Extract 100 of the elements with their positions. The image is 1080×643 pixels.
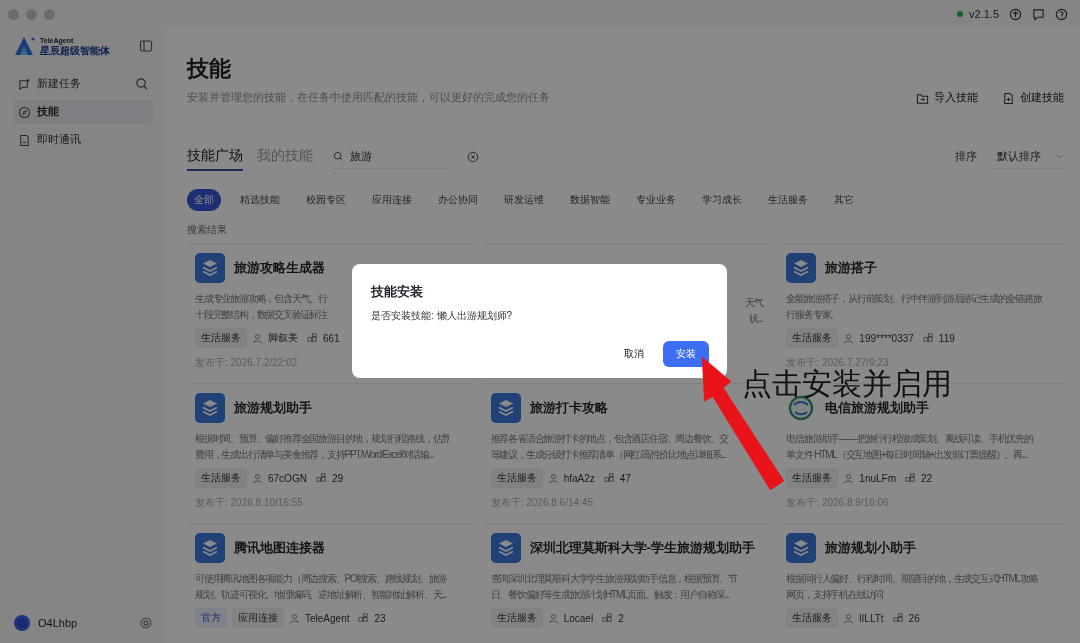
chevron-down-icon: [1055, 152, 1064, 161]
author-name: 67cOGN: [268, 472, 307, 484]
new-chat-icon: [18, 77, 31, 91]
install-count: 29: [331, 472, 344, 484]
layers-icon: [195, 533, 225, 563]
card-description: 根据时间、预算、偏好推荐全国旅游目的地，规划行程路线，估算 费用，生成出行清单与美食推荐，支持PPT/Word/Excel/对话输...: [195, 432, 451, 462]
layers-icon: [490, 393, 521, 423]
card-title: 旅游打卡攻略: [529, 399, 608, 417]
sidebar-toggle-icon[interactable]: [139, 39, 153, 53]
logo-icon: [14, 36, 36, 56]
card-title: 深圳北理莫斯科大学-学生旅游规划助手: [529, 539, 755, 557]
new-file-icon: [1002, 91, 1015, 105]
user-avatar[interactable]: [14, 615, 30, 631]
author-name: Locael: [563, 612, 594, 624]
author-name: hfaA2z: [563, 472, 595, 484]
sort-label: 排序: [955, 150, 977, 164]
user-icon: [843, 472, 855, 484]
user-icon: [252, 332, 263, 344]
install-count: 23: [374, 612, 386, 624]
user-icon: [547, 612, 559, 624]
sort-dropdown[interactable]: 默认排序: [991, 145, 1064, 169]
user-icon: [252, 472, 263, 484]
skill-card[interactable]: 旅游规划小助手 根据同行人偏好、行程时间、期望目的地，生成交互式HTML攻略 网页，支持手机在线访问 生活服务 lILLTt 26: [778, 523, 1064, 643]
status-icon: [957, 11, 964, 17]
install-button[interactable]: 安装: [663, 341, 709, 367]
author-name: TeleAgent: [305, 612, 350, 624]
blocks-icon: [602, 612, 614, 624]
import-skill-button[interactable]: 导入技能: [916, 91, 978, 105]
create-skill-button[interactable]: 创建技能: [1002, 91, 1064, 105]
card-title: 腾讯地图连接器: [234, 539, 325, 557]
category-chip[interactable]: 应用连接: [365, 189, 419, 211]
category-chip[interactable]: 全部: [187, 189, 221, 211]
category-chip[interactable]: 精选技能: [233, 189, 287, 211]
layers-icon: [195, 393, 225, 423]
category-chip[interactable]: 生活服务: [761, 189, 815, 211]
card-title: 旅游规划小助手: [825, 539, 917, 557]
card-description: 根据同行人偏好、行程时间、期望目的地，生成交互式HTML攻略 网页，支持手机在线访问: [786, 572, 1038, 602]
search-field[interactable]: 旅游: [333, 145, 453, 169]
card-title: 电信旅游规划助手: [825, 399, 930, 417]
tab[interactable]: 技能广场: [187, 143, 243, 171]
card-description: 天气 状...: [744, 296, 763, 326]
category-tag: 生活服务: [195, 468, 247, 488]
layers-icon: [786, 253, 817, 283]
category-chip[interactable]: 学习成长: [695, 189, 749, 211]
user-icon: [289, 612, 300, 624]
upload-icon[interactable]: [1009, 7, 1022, 21]
card-title: 旅游搭子: [825, 259, 878, 277]
version-label: v2.1.5: [969, 8, 999, 20]
install-count: 119: [938, 332, 955, 344]
sidebar-item[interactable]: 技能: [14, 100, 153, 124]
install-count: 661: [323, 332, 340, 344]
official-tag: 官方: [195, 608, 227, 628]
dialog-title: 技能安装: [371, 284, 424, 301]
category-chip[interactable]: 办公协同: [431, 189, 485, 211]
chat-icon[interactable]: [1032, 7, 1045, 21]
user-icon: [843, 612, 855, 624]
category-tag: 生活服务: [490, 608, 543, 628]
layers-icon: [195, 253, 225, 283]
brand-name: 星辰超级智能体: [40, 45, 111, 56]
author-name: lILLTt: [859, 612, 884, 624]
blocks-icon: [315, 472, 327, 484]
layers-icon: [786, 533, 817, 563]
user-icon: [547, 472, 559, 484]
blocks-icon: [892, 612, 904, 624]
category-chip[interactable]: 研发运维: [497, 189, 551, 211]
category-chip[interactable]: 校园专区: [299, 189, 353, 211]
settings-icon[interactable]: [139, 616, 153, 630]
install-count: 47: [619, 472, 631, 484]
clear-icon[interactable]: [467, 151, 479, 163]
card-title: 旅游规划助手: [234, 399, 312, 417]
card-description: 全能旅游搭子，从行前策划、行中伴游到游后游记生成的全链路旅 行服务专家。: [786, 292, 1042, 322]
category-tag: 生活服务: [490, 468, 543, 488]
author-name: 1nuLFm: [859, 472, 896, 484]
skill-card[interactable]: 腾讯地图连接器 可使用腾讯地图各项能力（周边搜索、POI搜索、路线规划、旅游 规划、轨迹可视化、地理编码、逆地址解析、智能地址解析、天... 官方 应用连接 TeleAgent 23: [187, 523, 473, 643]
author-name: 199****0337: [859, 332, 914, 344]
card-title: 旅游攻略生成器: [234, 259, 325, 277]
category-chip[interactable]: 专业业务: [629, 189, 683, 211]
category-chip[interactable]: 数据智能: [563, 189, 617, 211]
card-description: 推荐各省适合旅游打卡的地点，包含酒店住宿、周边餐饮、交 等建议，生成分级打卡推荐清单（网红/高性价比地点详细系...: [490, 432, 729, 462]
user-icon: [843, 332, 855, 344]
blocks-icon: [922, 332, 934, 344]
blocks-icon: [905, 472, 916, 484]
category-chip[interactable]: 其它: [827, 189, 861, 211]
author-name: 脚叙美: [268, 331, 298, 345]
folder-icon: [916, 91, 929, 105]
user-name: O4Lhbp: [38, 617, 79, 629]
install-count: 22: [921, 472, 933, 484]
help-icon[interactable]: [1055, 7, 1068, 21]
category-tag: 生活服务: [786, 608, 839, 628]
page-title: 技能: [187, 55, 232, 83]
install-count: 26: [908, 612, 920, 624]
card-description: 可使用腾讯地图各项能力（周边搜索、POI搜索、路线规划、旅游 规划、轨迹可视化、地理编码、逆地址解析、智能地址解析、天...: [195, 572, 447, 602]
compass-icon: [18, 105, 31, 119]
card-description: 生成专业旅游攻略，包含天气、行 十段完整结构，数据交叉验证标注: [195, 292, 327, 322]
sidebar-item[interactable]: 即时通讯: [14, 128, 153, 152]
blocks-icon: [307, 332, 318, 344]
sidebar-item[interactable]: 新建任务: [14, 72, 153, 96]
blocks-icon: [358, 612, 370, 624]
search-icon[interactable]: [135, 77, 149, 91]
category-tag: 生活服务: [786, 328, 839, 348]
